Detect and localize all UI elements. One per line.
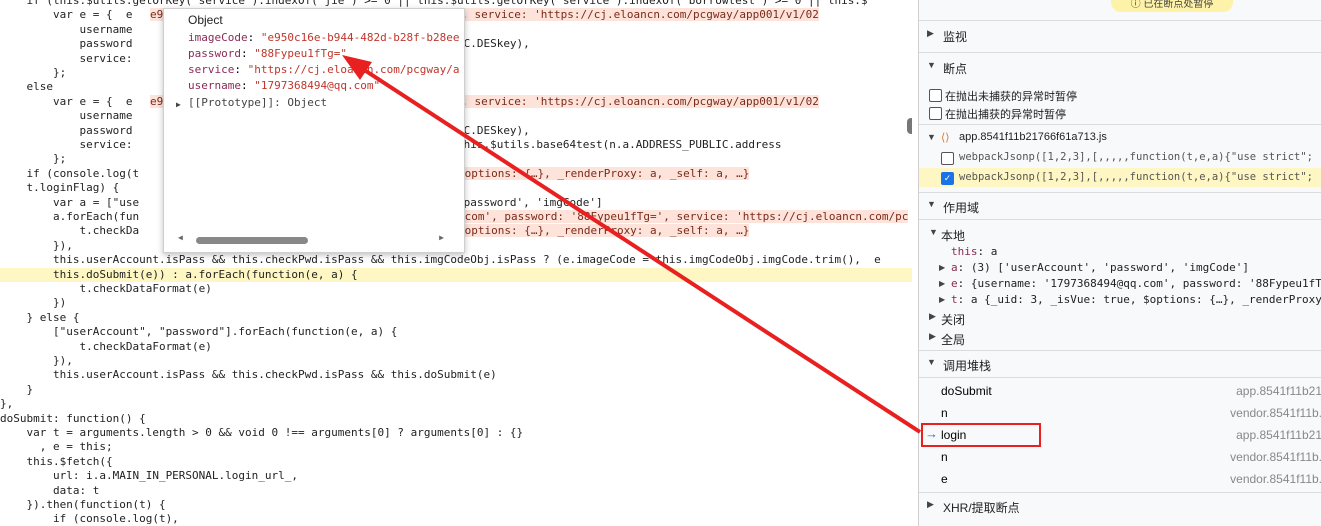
code-line[interactable]: this.userAccount.isPass && this.checkPwd…	[0, 368, 497, 382]
breakpoint-file-name[interactable]: app.8541f11b21766f61a713.js	[959, 131, 1107, 143]
annotation-highlight-box	[921, 423, 1041, 447]
chevron-down-icon: ▼	[927, 60, 936, 70]
scope-var-this[interactable]: this: a	[951, 245, 997, 258]
js-file-icon: ⟨⟩	[941, 132, 950, 144]
scroll-right-icon[interactable]: ▶	[439, 233, 444, 242]
callstack-frame-n-2[interactable]: n vendor.8541f11b.	[919, 446, 1321, 468]
breakpoint-line-1[interactable]: webpackJsonp([1,2,3],[,,,,,function(t,e,…	[959, 151, 1313, 163]
code-line[interactable]: var e = { e	[0, 95, 132, 109]
code-line[interactable]: doSubmit: function() {	[0, 412, 146, 426]
code-line[interactable]: data: t	[0, 484, 99, 498]
code-line[interactable]: }),	[0, 354, 73, 368]
inline-value-annotation: $options: {…}, _renderProxy: a, _self: a…	[458, 224, 750, 238]
popover-row-imagecode[interactable]: imageCode: "e950c16e-b944-482d-b28f-b28e…	[188, 31, 460, 44]
debugger-sidebar: ⓘ 已在断点处暂停 ▶ 监视 ▼ 断点 在抛出未捕获的异常时暂停 在抛出捕获的异…	[918, 0, 1321, 526]
chevron-right-icon: ▶	[927, 499, 934, 509]
code-line[interactable]: t.loginFlag) {	[0, 181, 119, 195]
popover-row-username[interactable]: username: "1797368494@qq.com"	[188, 79, 460, 92]
code-line[interactable]: , e = this;	[0, 440, 113, 454]
code-line[interactable]: username	[0, 109, 132, 123]
pause-caught-label: 在抛出捕获的异常时暂停	[945, 109, 1066, 121]
inline-value-annotation: 'com', password: '88Fypeu1fTg=', service…	[458, 210, 909, 223]
code-line[interactable]: this.doSubmit(e)) : a.forEach(function(e…	[0, 267, 912, 282]
scope-var-a[interactable]: a: (3) ['userAccount', 'password', 'imgC…	[951, 261, 1249, 274]
scope-var-e[interactable]: e: {username: '1797368494@qq.com', passw…	[951, 277, 1321, 290]
pause-uncaught-label: 在抛出未捕获的异常时暂停	[945, 91, 1077, 103]
expand-triangle-icon[interactable]: ▶	[939, 279, 945, 288]
breakpoint-checkbox-2[interactable]: ✓	[941, 172, 954, 185]
expand-triangle-icon[interactable]: ▶	[176, 100, 181, 109]
popover-row-password[interactable]: password: "88Fypeu1fTg="	[188, 47, 460, 60]
callstack-frame-dosubmit[interactable]: doSubmit app.8541f11b21	[919, 380, 1321, 402]
vertical-scrollbar[interactable]	[907, 118, 912, 134]
inline-value-annotation: $options: {…}, _renderProxy: a, _self: a…	[458, 166, 750, 180]
popover-horizontal-scrollbar[interactable]: ◀ ▶	[178, 233, 458, 245]
code-line[interactable]: if (console.log(t	[0, 167, 139, 181]
code-line[interactable]: else	[0, 80, 53, 94]
code-line[interactable]: } else {	[0, 311, 79, 325]
popover-prototype-row[interactable]: [[Prototype]]: Object	[188, 96, 460, 109]
source-code-editor[interactable]: if (this.$utils.getOrKey('service').inde…	[0, 0, 912, 526]
object-hover-popover: Object imageCode: "e950c16e-b944-482d-b2…	[163, 8, 465, 253]
expand-triangle-icon[interactable]: ▶	[939, 295, 945, 304]
code-line[interactable]: t.checkDa	[0, 224, 139, 238]
code-line[interactable]: };	[0, 66, 66, 80]
callstack-frame-n[interactable]: n vendor.8541f11b.	[919, 402, 1321, 424]
breakpoint-checkbox-1[interactable]	[941, 152, 954, 165]
code-line[interactable]: };	[0, 152, 66, 166]
code-line[interactable]: }),	[0, 239, 73, 253]
code-line[interactable]: t.checkDataFormat(e)	[0, 340, 211, 354]
code-line[interactable]: })	[0, 296, 66, 310]
expand-triangle-icon[interactable]: ▶	[939, 263, 945, 272]
pause-uncaught-checkbox[interactable]	[929, 89, 942, 102]
popover-row-service[interactable]: service: "https://cj.eloancn.com/pcgway/…	[188, 63, 460, 76]
code-line[interactable]: service:	[0, 52, 132, 66]
code-line[interactable]: }).then(function(t) {	[0, 498, 165, 512]
code-line[interactable]: this.userAccount.isPass && this.checkPwd…	[0, 253, 881, 267]
chevron-down-icon: ▼	[927, 357, 936, 367]
code-line[interactable]: ["userAccount", "password"].forEach(func…	[0, 325, 397, 339]
code-line[interactable]: if (console.log(t),	[0, 512, 179, 526]
chevron-down-icon[interactable]: ▼	[927, 132, 936, 142]
code-line[interactable]: a.forEach(fun	[0, 210, 139, 224]
chevron-down-icon: ▼	[927, 199, 936, 209]
scroll-left-icon[interactable]: ◀	[178, 233, 183, 242]
popover-title: Object	[188, 13, 223, 27]
code-line[interactable]: var t = arguments.length > 0 && void 0 !…	[0, 426, 523, 440]
chevron-right-icon: ▶	[929, 331, 936, 341]
code-line[interactable]: url: i.a.MAIN_IN_PERSONAL.login_url_,	[0, 469, 298, 483]
breakpoint-line-2[interactable]: webpackJsonp([1,2,3],[,,,,,function(t,e,…	[959, 171, 1313, 183]
code-line[interactable]: this.$fetch({	[0, 455, 112, 469]
code-line[interactable]: }	[0, 383, 33, 397]
pause-caught-checkbox[interactable]	[929, 107, 942, 120]
paused-at-breakpoint-badge: ⓘ 已在断点处暂停	[1111, 0, 1233, 12]
code-line[interactable]: username	[0, 23, 132, 37]
scope-var-t[interactable]: t: a {_uid: 3, _isVue: true, $options: {…	[951, 293, 1321, 306]
chevron-right-icon: ▶	[927, 28, 934, 38]
callstack-frame-e[interactable]: e vendor.8541f11b.	[919, 468, 1321, 490]
code-line[interactable]: },	[0, 397, 13, 411]
code-line[interactable]: t.checkDataFormat(e)	[0, 282, 211, 296]
chevron-down-icon: ▼	[929, 227, 938, 237]
chevron-right-icon: ▶	[929, 311, 936, 321]
popover-scroll-thumb[interactable]	[196, 237, 308, 244]
